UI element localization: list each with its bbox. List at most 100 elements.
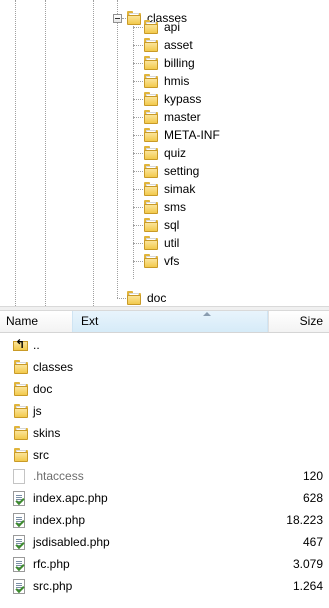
file-name: .. — [33, 338, 40, 352]
tree-connector — [133, 135, 143, 136]
folder-icon — [143, 20, 159, 34]
folder-icon — [143, 38, 159, 52]
folder-icon — [143, 218, 159, 232]
tree-connector — [133, 261, 143, 262]
tree-item-setting[interactable]: setting — [143, 162, 199, 180]
tree-item-label: kypass — [164, 92, 202, 106]
folder-icon — [143, 92, 159, 106]
file-list-row[interactable]: doc — [0, 379, 329, 400]
file-list-row[interactable]: rfc.php 3.079 — [0, 554, 329, 575]
tree-connector — [133, 117, 143, 118]
tree-guide-line — [15, 0, 16, 306]
file-list-row[interactable]: jsdisabled.php 467 — [0, 532, 329, 553]
tree-connector — [133, 171, 143, 172]
tree-item-asset[interactable]: asset — [143, 36, 193, 54]
tree-item-quiz[interactable]: quiz — [143, 144, 186, 162]
tree-item-meta-inf[interactable]: META-INF — [143, 126, 220, 144]
folder-icon — [13, 426, 29, 440]
folder-icon — [126, 291, 142, 305]
file-size: 628 — [302, 491, 323, 505]
folder-icon — [143, 200, 159, 214]
tree-item-label: doc — [147, 291, 167, 305]
folder-icon — [143, 236, 159, 250]
file-name: src — [33, 448, 49, 462]
column-header-ext[interactable]: Ext — [72, 311, 268, 332]
sort-ascending-icon — [203, 312, 211, 316]
tree-item-doc[interactable]: doc — [126, 289, 166, 306]
folder-icon — [143, 74, 159, 88]
file-list-row[interactable]: src.php 1.264 — [0, 576, 329, 597]
tree-item-billing[interactable]: billing — [143, 54, 195, 72]
file-name: js — [33, 404, 42, 418]
tree-item-label: vfs — [164, 254, 180, 268]
tree-item-vfs[interactable]: vfs — [143, 252, 179, 270]
tree-connector — [133, 153, 143, 154]
tree-item-sql[interactable]: sql — [143, 216, 179, 234]
tree-item-label: master — [164, 110, 201, 124]
file-name: src.php — [33, 579, 73, 593]
file-name: index.php — [33, 513, 86, 527]
file-list-row[interactable]: index.php 18.223 — [0, 510, 329, 531]
up-folder-icon: ↰ — [13, 338, 29, 352]
tree-item-label: billing — [164, 56, 195, 70]
folder-icon — [143, 56, 159, 70]
file-name: rfc.php — [33, 557, 70, 571]
file-name: index.apc.php — [33, 491, 108, 505]
column-header-ext-label: Ext — [81, 314, 99, 328]
tree-item-label: setting — [164, 164, 200, 178]
tree-item-label: simak — [164, 182, 196, 196]
tree-item-label: quiz — [164, 146, 187, 160]
collapse-toggle-classes[interactable] — [113, 14, 122, 23]
file-list-row[interactable]: classes — [0, 357, 329, 378]
file-list-row[interactable]: js — [0, 401, 329, 422]
blank-file-icon — [13, 469, 25, 484]
tree-item-sms[interactable]: sms — [143, 198, 186, 216]
folder-icon — [13, 448, 29, 462]
tree-connector — [133, 27, 143, 28]
file-list-row[interactable]: src — [0, 445, 329, 466]
folder-icon — [13, 404, 29, 418]
tree-item-label: hmis — [164, 74, 190, 88]
file-list-row[interactable]: ↰.. — [0, 335, 329, 356]
column-header: Name Ext Size — [0, 311, 329, 333]
tree-guide-line — [45, 0, 46, 306]
tree-connector — [133, 45, 143, 46]
file-name: jsdisabled.php — [33, 535, 110, 549]
folder-icon — [143, 182, 159, 196]
folder-icon — [126, 11, 142, 25]
tree-item-master[interactable]: master — [143, 108, 201, 126]
column-header-size[interactable]: Size — [268, 311, 329, 332]
tree-connector — [133, 63, 143, 64]
tree-item-label: api — [164, 20, 181, 34]
file-name: classes — [33, 360, 74, 374]
file-name: doc — [33, 382, 53, 396]
tree-connector — [133, 81, 143, 82]
tree-item-label: META-INF — [164, 128, 220, 142]
tree-item-label: asset — [164, 38, 193, 52]
php-file-icon — [13, 579, 25, 594]
tree-item-label: util — [164, 236, 180, 250]
column-header-name[interactable]: Name — [0, 311, 72, 332]
file-size: 1.264 — [292, 579, 323, 593]
file-name: skins — [33, 426, 61, 440]
tree-item-hmis[interactable]: hmis — [143, 72, 189, 90]
tree-item-util[interactable]: util — [143, 234, 179, 252]
tree-item-kypass[interactable]: kypass — [143, 90, 201, 108]
tree-connector — [133, 225, 143, 226]
tree-connector — [133, 99, 143, 100]
folder-icon — [143, 146, 159, 160]
folder-icon — [143, 164, 159, 178]
file-list-row[interactable]: skins — [0, 423, 329, 444]
tree-connector — [133, 207, 143, 208]
file-size: 3.079 — [292, 557, 323, 571]
tree-guide-line — [117, 0, 118, 298]
tree-connector — [133, 189, 143, 190]
file-list-row[interactable]: index.apc.php 628 — [0, 488, 329, 509]
tree-item-api[interactable]: api — [143, 18, 180, 36]
tree-item-label: sms — [164, 200, 186, 214]
file-list-row[interactable]: .htaccess 120 — [0, 466, 329, 487]
tree-item-label: sql — [164, 218, 180, 232]
tree-item-simak[interactable]: simak — [143, 180, 195, 198]
tree-connector — [133, 243, 143, 244]
folder-icon — [13, 382, 29, 396]
